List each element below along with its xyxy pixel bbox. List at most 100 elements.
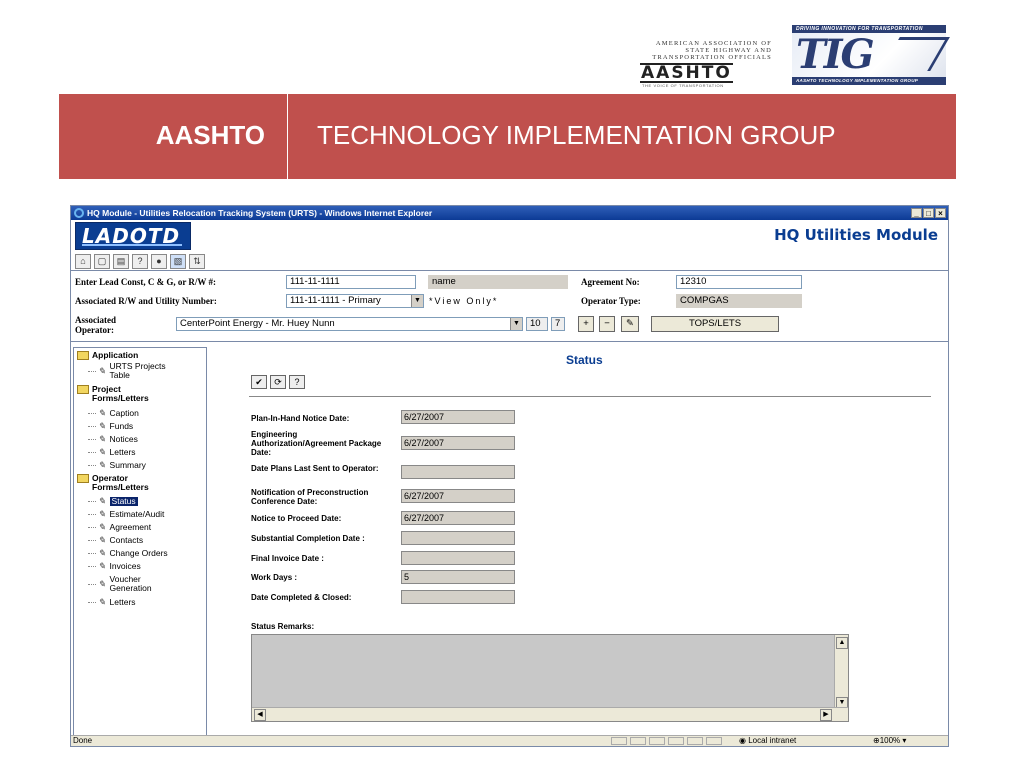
tree-item[interactable]: ✎ Agreement [88,523,151,532]
remove-icon[interactable]: − [599,316,615,332]
tree-item[interactable]: ✎ Letters [88,598,136,607]
tree-item-label: Status [109,496,138,506]
tree-item-label: Caption [109,408,139,418]
refresh-icon[interactable]: ⟳ [270,375,286,389]
sort-icon[interactable]: ⇅ [189,253,205,269]
pencil-icon: ✎ [98,460,106,470]
pencil-icon: ✎ [98,496,106,506]
tree-item-label: Letters [109,597,136,607]
field-label: Substantial Completion Date : [251,534,365,543]
assoc-select[interactable]: 111-11-1111 - Primary ▼ [286,294,424,308]
tree-item-label: Contacts [109,535,144,545]
ie-icon [74,208,84,218]
tree-item[interactable]: ✎ Letters [88,448,136,457]
edit-icon[interactable]: ✎ [621,316,639,332]
help-icon[interactable]: ? [289,375,305,389]
pencil-icon: ✎ [98,578,106,589]
agreement-input[interactable]: 12310 [676,275,802,289]
view-only-label: *View Only* [429,296,499,306]
engineering-auth-input[interactable]: 6/27/2007 [401,436,515,450]
operator-label-line1: Associated [75,315,116,325]
home-icon[interactable]: ⌂ [75,253,91,269]
tree-item[interactable]: ✎ Change Orders [88,549,168,558]
tree-item-label: Summary [109,460,146,470]
assoc-label: Associated R/W and Utility Number: [75,296,217,306]
operator-label: Associated Operator: [75,315,116,335]
browser-statusbar: Done ◉ Local intranet ⊕100% ▾ [71,735,948,746]
tree-item[interactable]: ✎ Estimate/Audit [88,510,164,519]
tree-item[interactable]: ✎ Notices [88,435,138,444]
vertical-scrollbar[interactable]: ▲ ▼ [834,635,848,709]
checkmark-icon[interactable]: ✔ [251,375,267,389]
preconstruction-input[interactable]: 6/27/2007 [401,489,515,503]
folder-icon[interactable]: ▢ [94,253,110,269]
tree-item[interactable]: ✎ Caption [88,409,139,418]
tig-logo-bottom: AASHTO TECHNOLOGY IMPLEMENTATION GROUP [792,77,946,85]
date-completed-input[interactable] [401,590,515,604]
tree-project-forms-label: Project Forms/Letters [92,384,149,403]
plans-sent-input[interactable] [401,465,515,479]
name-field: name [428,275,568,289]
print-icon[interactable]: ▤ [113,253,129,269]
lead-input[interactable]: 111-11-1111 [286,275,416,289]
scroll-right-icon[interactable]: ▶ [820,709,832,721]
work-days-input[interactable]: 5 [401,570,515,584]
tree-item[interactable]: ✎ Summary [88,461,146,470]
tree-item[interactable]: ✎ Funds [88,422,133,431]
field-label: Date Plans Last Sent to Operator: [251,464,379,473]
tree-item[interactable]: ✎ Contacts [88,536,143,545]
pencil-icon: ✎ [98,421,106,431]
pencil-icon: ✎ [98,597,106,607]
field-label: Engineering Authorization/Agreement Pack… [251,430,382,457]
count-a: 10 [526,317,548,331]
folder-icon [77,474,89,483]
tree-project-forms[interactable]: Project Forms/Letters [77,385,162,403]
zoom-icon: ⊕ [873,736,880,745]
status-panel: Status ✔ ⟳ ? Plan-In-Hand Notice Date: 6… [211,347,949,737]
tree-item-status[interactable]: ✎ Status [88,497,138,506]
final-invoice-input[interactable] [401,551,515,565]
title-band: AASHTO TECHNOLOGY IMPLEMENTATION GROUP [59,94,956,179]
globe-icon: ◉ [739,736,749,745]
aashto-logo-line3: TRANSPORTATION OFFICIALS [652,54,772,61]
add-icon[interactable]: + [578,316,594,332]
tops-lets-button[interactable]: TOPS/LETS [651,316,779,332]
tree-operator-forms[interactable]: Operator Forms/Letters [77,474,164,492]
app-toolbar: ⌂ ▢ ▤ ? ● ▧ ⇅ [71,252,948,270]
tree-item[interactable]: ✎ Invoices [88,562,141,571]
user-icon[interactable]: ● [151,253,167,269]
field-label: Date Completed & Closed: [251,593,352,602]
zone-label: Local intranet [748,736,797,745]
pencil-icon: ✎ [98,535,106,545]
image-icon[interactable]: ▧ [170,253,186,269]
close-button[interactable]: × [935,208,946,218]
tree-operator-forms-label: Operator Forms/Letters [92,473,149,492]
remarks-textarea[interactable]: ▲ ▼ ◀ ▶ [251,634,849,722]
operator-type-label: Operator Type: [581,296,641,306]
pencil-icon: ✎ [98,522,106,532]
tree-application[interactable]: Application [77,351,138,360]
agreement-label: Agreement No: [581,277,640,287]
security-zone: ◉ Local intranet [739,736,796,746]
notice-to-proceed-input[interactable]: 6/27/2007 [401,511,515,525]
tree-item[interactable]: ✎ Voucher Generation [88,575,170,593]
aashto-logo-tagline: THE VOICE OF TRANSPORTATION [642,83,724,88]
operator-select[interactable]: CenterPoint Energy - Mr. Huey Nunn ▼ [176,317,523,331]
substantial-completion-input[interactable] [401,531,515,545]
plan-in-hand-input[interactable]: 6/27/2007 [401,410,515,424]
tree-item-urts[interactable]: ✎ URTS Projects Table [88,362,198,380]
zoom-control[interactable]: ⊕100% ▾ [873,736,906,746]
minimize-button[interactable]: _ [911,208,922,218]
horizontal-scrollbar[interactable]: ◀ ▶ [252,707,848,721]
search-form: Enter Lead Const, C & G, or R/W #: 111-1… [71,270,948,342]
scroll-left-icon[interactable]: ◀ [254,709,266,721]
window-titlebar[interactable]: HQ Module - Utilities Relocation Trackin… [71,206,948,220]
help-icon[interactable]: ? [132,253,148,269]
tree-item-label: Voucher Generation [109,574,152,593]
maximize-button[interactable]: □ [923,208,934,218]
assoc-select-value: 111-11-1111 - Primary [290,295,381,306]
scroll-up-icon[interactable]: ▲ [836,637,848,649]
pencil-icon: ✎ [98,434,106,444]
ladotd-logo: LADOTD [75,222,191,250]
lead-label: Enter Lead Const, C & G, or R/W #: [75,277,217,287]
